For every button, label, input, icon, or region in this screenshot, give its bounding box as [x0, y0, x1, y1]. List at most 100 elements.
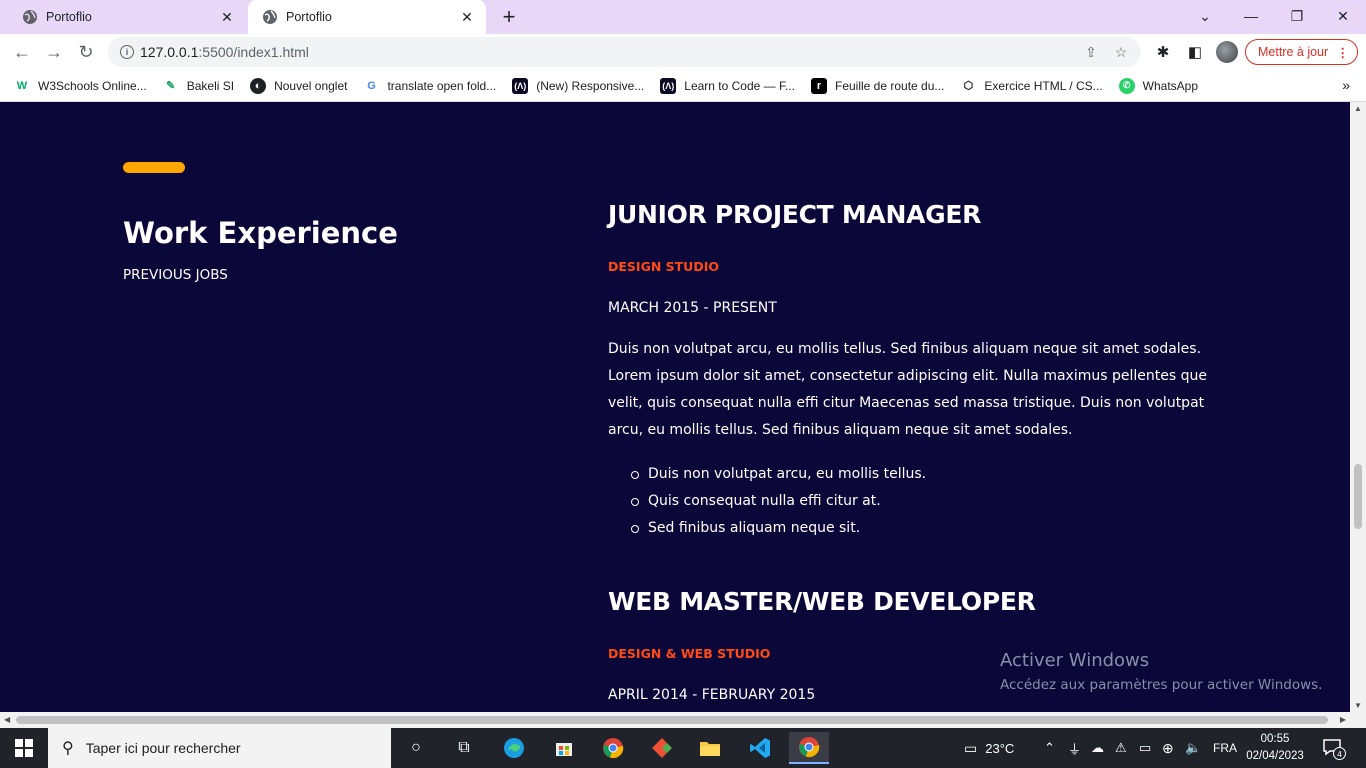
- globe-icon: [22, 9, 38, 25]
- job-title: JUNIOR PROJECT MANAGER: [608, 200, 982, 229]
- restore-button[interactable]: ❐: [1274, 0, 1320, 32]
- extensions-icon[interactable]: ✱: [1153, 42, 1173, 62]
- git-app-icon[interactable]: [642, 732, 682, 764]
- tab-strip: Portoflio ✕ Portoflio ✕ + ⌄ — ❐ ✕: [0, 0, 1366, 34]
- accent-bar: [123, 162, 185, 173]
- cortana-icon[interactable]: ○: [396, 732, 436, 764]
- browser-tab-1[interactable]: Portoflio ✕: [8, 0, 246, 34]
- new-tab-button[interactable]: +: [497, 4, 521, 29]
- section-subtitle: PREVIOUS JOBS: [123, 267, 228, 283]
- bakeli-icon: ✎: [166, 80, 176, 92]
- tab-close-icon[interactable]: ✕: [218, 8, 236, 26]
- bookmark-label: Learn to Code — F...: [684, 78, 795, 93]
- bookmark-label: WhatsApp: [1142, 78, 1199, 93]
- chrome-icon[interactable]: [593, 732, 633, 764]
- show-hidden-icons[interactable]: ⌃: [1044, 728, 1055, 768]
- usb-icon[interactable]: ⏚: [1068, 728, 1081, 768]
- tab-title: Portoflio: [46, 10, 92, 24]
- minimize-button[interactable]: —: [1228, 0, 1274, 32]
- volume-icon[interactable]: 🔈: [1185, 728, 1201, 768]
- globe-icon: [262, 9, 278, 25]
- language-indicator[interactable]: FRA: [1213, 728, 1237, 768]
- site-info-icon[interactable]: i: [120, 45, 134, 59]
- vertical-scrollbar[interactable]: ▲ ▼: [1350, 102, 1366, 712]
- bookmark-label: Exercice HTML / CS...: [984, 78, 1103, 93]
- side-panel-icon[interactable]: ◧: [1185, 42, 1205, 62]
- system-clock[interactable]: 00:55 02/04/2023: [1245, 731, 1305, 765]
- bookmarks-overflow-icon[interactable]: »: [1342, 77, 1350, 93]
- scroll-up-arrow-icon[interactable]: ▲: [1354, 104, 1362, 113]
- job-entry: JUNIOR PROJECT MANAGER DESIGN STUDIO MAR…: [608, 200, 1228, 542]
- scroll-down-arrow-icon[interactable]: ▼: [1354, 701, 1362, 710]
- bookmark-label: Feuille de route du...: [835, 78, 945, 93]
- network-icon[interactable]: ⊕: [1162, 728, 1174, 768]
- bookmark-item[interactable]: ◐ Nouvel onglet: [250, 77, 348, 94]
- tab-title: Portoflio: [286, 10, 332, 24]
- bookmark-item[interactable]: ✆ WhatsApp: [1118, 77, 1199, 94]
- bookmark-item[interactable]: Gtranslate open fold...: [363, 78, 496, 94]
- bookmark-item[interactable]: r Feuille de route du...: [811, 77, 945, 94]
- url-host: 127.0.0.1: [140, 44, 199, 60]
- profile-avatar[interactable]: [1216, 41, 1238, 63]
- bookmark-label: Bakeli SI: [186, 78, 235, 93]
- section-title: Work Experience: [123, 216, 398, 250]
- back-button[interactable]: ←: [8, 38, 36, 66]
- watermark-text: Accédez aux paramètres pour activer Wind…: [1000, 677, 1323, 693]
- horizontal-scroll-thumb[interactable]: [16, 716, 1328, 724]
- horizontal-scrollbar[interactable]: ◀ ▶: [0, 712, 1350, 728]
- tab-close-icon[interactable]: ✕: [458, 8, 476, 26]
- update-button[interactable]: Mettre à jour ⋮: [1245, 39, 1358, 65]
- windows-activation-watermark: Activer Windows Accédez aux paramètres p…: [1000, 650, 1322, 693]
- bookmark-item[interactable]: ✎ Bakeli SI: [163, 78, 234, 94]
- job-dates: MARCH 2015 - PRESENT: [608, 300, 777, 316]
- url-text[interactable]: 127.0.0.1:5500/index1.html: [140, 44, 1081, 60]
- job-bullet-list: Duis non volutpat arcu, eu mollis tellus…: [608, 461, 1228, 542]
- address-bar[interactable]: i 127.0.0.1:5500/index1.html ⇪ ☆: [108, 37, 1141, 67]
- task-view-icon[interactable]: ⧉: [444, 732, 484, 764]
- job-title: WEB MASTER/WEB DEVELOPER: [608, 587, 1036, 616]
- clock-date: 02/04/2023: [1246, 750, 1304, 762]
- notification-icon[interactable]: 4: [1322, 737, 1346, 760]
- share-icon[interactable]: ⇪: [1081, 42, 1101, 62]
- cloud-icon[interactable]: ☁: [1091, 728, 1104, 768]
- edge-icon[interactable]: [494, 732, 534, 764]
- bookmark-label: W3Schools Online...: [38, 78, 147, 93]
- list-item: Sed finibus aliquam neque sit.: [631, 515, 1228, 542]
- browser-tab-2[interactable]: Portoflio ✕: [248, 0, 486, 34]
- chrome-active-icon[interactable]: [789, 732, 829, 764]
- roadmap-icon: r: [811, 77, 827, 94]
- search-icon: ⚲: [62, 740, 74, 757]
- bookmark-item[interactable]: (Λ) Learn to Code — F...: [660, 77, 795, 94]
- taskbar-search-box[interactable]: ⚲ Taper ici pour rechercher: [48, 728, 391, 768]
- bookmark-item[interactable]: (Λ) (New) Responsive...: [512, 77, 645, 94]
- forward-button[interactable]: →: [40, 38, 68, 66]
- job-description: Duis non volutpat arcu, eu mollis tellus…: [608, 341, 1207, 438]
- tab-search-icon[interactable]: ⌄: [1182, 0, 1228, 32]
- windows-start-icon[interactable]: [0, 728, 48, 768]
- scroll-left-arrow-icon[interactable]: ◀: [4, 715, 10, 724]
- close-window-button[interactable]: ✕: [1320, 0, 1366, 32]
- url-path: :5500/index1.html: [198, 44, 309, 60]
- temperature-text: 23°C: [985, 740, 1015, 756]
- codepen-icon: ⬡: [963, 80, 974, 92]
- vscode-icon[interactable]: [740, 732, 780, 764]
- google-icon: G: [367, 79, 376, 92]
- bookmark-label: (New) Responsive...: [536, 78, 645, 93]
- whatsapp-icon: ✆: [1118, 77, 1135, 94]
- reload-button[interactable]: ↻: [72, 38, 100, 66]
- store-icon[interactable]: [544, 732, 584, 764]
- alert-icon[interactable]: ⚠: [1115, 728, 1127, 768]
- bookmark-star-icon[interactable]: ☆: [1111, 42, 1131, 62]
- bookmark-item[interactable]: W W3Schools Online...: [14, 78, 147, 94]
- bookmark-label: Nouvel onglet: [274, 78, 348, 93]
- battery-icon[interactable]: ▭: [1139, 728, 1151, 768]
- scroll-right-arrow-icon[interactable]: ▶: [1340, 715, 1346, 724]
- browser-toolbar: ← → ↻ i 127.0.0.1:5500/index1.html ⇪ ☆ ✱…: [0, 34, 1366, 70]
- weather-widget[interactable]: ▭ 23°C: [964, 728, 1014, 768]
- job-company: DESIGN STUDIO: [608, 259, 719, 274]
- windows-taskbar: ⚲ Taper ici pour rechercher ○ ⧉ ▭ 23°C ⌃…: [0, 728, 1366, 768]
- file-explorer-icon[interactable]: [690, 732, 730, 764]
- list-item: Quis consequat nulla effi citur at.: [631, 488, 1228, 515]
- vertical-scroll-thumb[interactable]: [1354, 464, 1362, 529]
- bookmark-item[interactable]: ⬡ Exercice HTML / CS...: [960, 78, 1103, 94]
